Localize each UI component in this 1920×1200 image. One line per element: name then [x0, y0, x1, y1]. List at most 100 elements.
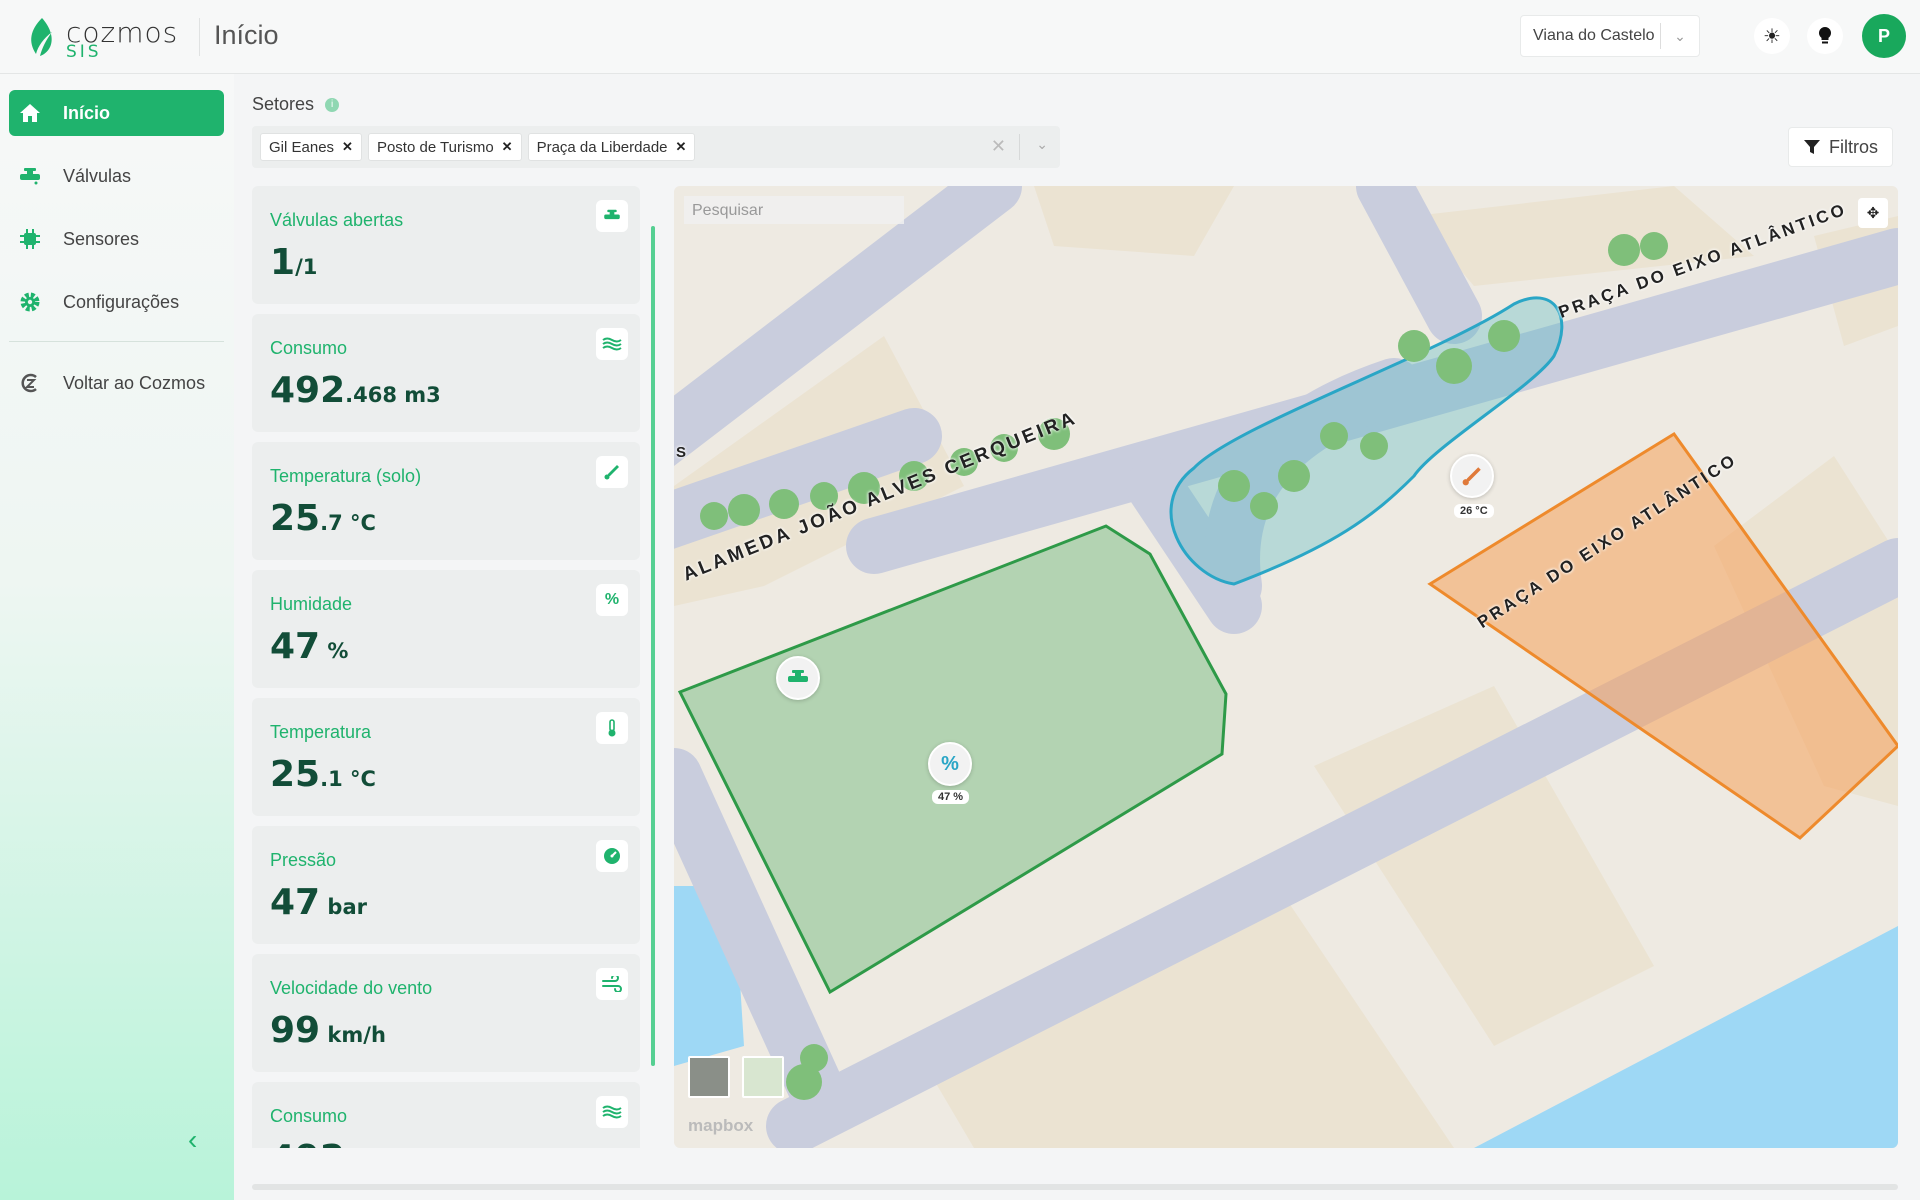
chevron-left-icon[interactable]: ‹	[188, 1124, 197, 1156]
sidebar-divider	[9, 341, 224, 342]
satellite-layer-thumbnail[interactable]	[688, 1056, 730, 1098]
filters-button-label: Filtros	[1829, 136, 1878, 157]
sensor-marker[interactable]	[1450, 454, 1494, 498]
sectors-label-text: Setores	[252, 94, 315, 114]
metric-value-unit: %	[320, 639, 349, 663]
remove-tag-icon[interactable]: ✕	[502, 139, 513, 155]
metric-title: Consumo	[270, 1106, 348, 1126]
metric-value-main: 492	[270, 1138, 345, 1148]
metric-title: Velocidade do vento	[270, 978, 433, 998]
metric-value-main: 25	[270, 754, 321, 795]
metric-card[interactable]: Temperatura (solo) 25.7 °C	[252, 442, 640, 560]
info-icon[interactable]: i	[325, 98, 340, 113]
sidebar-item-voltar[interactable]: Voltar ao Cozmos	[9, 360, 224, 406]
remove-tag-icon[interactable]: ✕	[342, 139, 353, 155]
sidebar-item-configuracoes[interactable]: Configurações	[9, 279, 224, 325]
metric-title: Pressão	[270, 850, 337, 870]
metrics-scrollbar[interactable]	[651, 226, 655, 1066]
metric-value-main: 492	[270, 370, 346, 411]
soil-thermometer-icon	[1462, 467, 1481, 486]
sidebar: Início Válvulas Sensores Configurações V…	[0, 74, 234, 1200]
cozmos-icon	[9, 372, 51, 394]
metric-value-unit: bar	[320, 895, 367, 919]
metric-value: 47 %	[270, 626, 348, 667]
sidebar-item-sensores[interactable]: Sensores	[9, 216, 224, 262]
filters-button[interactable]: Filtros	[1788, 127, 1893, 167]
lightbulb-icon	[1818, 26, 1832, 44]
metric-value-main: 99	[270, 1010, 321, 1051]
sidebar-item-valvulas[interactable]: Válvulas	[9, 153, 224, 199]
top-bar: cozmos SIS Início Viana do Castelo ⌄ ☀ P	[0, 0, 1920, 74]
sidebar-item-label: Início	[63, 102, 111, 123]
metric-card[interactable]: Consumo 492	[252, 1082, 640, 1148]
metric-value-main: 25	[270, 498, 321, 539]
metric-card[interactable]: Pressão 47 bar	[252, 826, 640, 944]
map-canvas[interactable]	[674, 186, 1898, 1148]
metric-value-unit: .468 m3	[345, 383, 441, 407]
sector-tag: Praça da Liberdade ✕	[527, 133, 696, 161]
soil-thermometer-icon	[596, 456, 628, 488]
chevron-down-icon[interactable]: ⌄	[1036, 136, 1048, 153]
theme-toggle-button[interactable]: ☀	[1754, 18, 1790, 54]
sidebar-item-inicio[interactable]: Início	[9, 90, 224, 136]
chip-icon	[9, 228, 51, 250]
sidebar-item-label: Sensores	[63, 228, 140, 249]
remove-tag-icon[interactable]: ✕	[676, 139, 687, 155]
building	[1034, 186, 1234, 256]
leaf-logo-icon	[31, 18, 52, 56]
chevron-down-icon[interactable]: ⌄	[1661, 28, 1699, 45]
metric-card[interactable]: Consumo 492.468 m3	[252, 314, 640, 432]
sensor-marker-value: 47 %	[932, 790, 970, 804]
header-divider	[199, 18, 200, 56]
funnel-icon	[1804, 140, 1820, 154]
metric-title: Temperatura (solo)	[270, 466, 422, 486]
city-select-value: Viana do Castelo	[1533, 27, 1655, 44]
horizontal-scrollbar[interactable]	[252, 1184, 1898, 1190]
sectors-label: Setores i	[252, 94, 340, 115]
tips-button[interactable]	[1807, 18, 1843, 54]
clear-all-icon[interactable]: ✕	[991, 136, 1006, 157]
metric-value-unit: .7 °C	[320, 511, 376, 535]
street-layer-thumbnail[interactable]	[742, 1056, 784, 1098]
valve-marker[interactable]	[776, 656, 820, 700]
percent-icon: %	[596, 584, 628, 616]
gauge-icon	[596, 840, 628, 872]
metric-card[interactable]: Humidade 47 % %	[252, 570, 640, 688]
sector-tag-label: Posto de Turismo	[376, 138, 494, 156]
metric-card[interactable]: Temperatura 25.1 °C	[252, 698, 640, 816]
metric-value: 99 km/h	[270, 1010, 386, 1051]
map[interactable]: Pesquisar ✥ ALAMEDA JOÃO ALVES CERQUEIRA…	[674, 186, 1898, 1148]
sidebar-item-label: Voltar ao Cozmos	[63, 372, 206, 393]
sensor-marker[interactable]: %	[928, 742, 972, 786]
city-select[interactable]: Viana do Castelo ⌄	[1520, 15, 1700, 57]
metric-value: 25.7 °C	[270, 498, 376, 539]
metric-value-main: 1	[270, 242, 296, 283]
metric-value-unit: km/h	[320, 1023, 386, 1047]
valve-icon	[9, 167, 51, 185]
sector-tag-label: Praça da Liberdade	[536, 138, 668, 156]
metric-title: Consumo	[270, 338, 348, 358]
fullscreen-icon[interactable]: ✥	[1858, 198, 1888, 228]
metric-card[interactable]: Válvulas abertas 1/1	[252, 186, 640, 304]
sidebar-item-label: Válvulas	[63, 165, 132, 186]
thermometer-icon	[596, 712, 628, 744]
water-icon	[596, 1096, 628, 1128]
sectors-multiselect[interactable]: Gil Eanes ✕ Posto de Turismo ✕ Praça da …	[252, 126, 1060, 168]
home-icon	[9, 103, 51, 123]
select-separator	[1019, 134, 1020, 160]
metrics-panel[interactable]: Válvulas abertas 1/1 Consumo 492.468 m3 …	[252, 186, 642, 1148]
sector-tag: Gil Eanes ✕	[260, 133, 362, 161]
mapbox-logo[interactable]: mapbox	[688, 1116, 753, 1136]
avatar[interactable]: P	[1862, 14, 1906, 58]
metric-value-main: 47	[270, 882, 321, 923]
map-search-input[interactable]: Pesquisar	[684, 196, 904, 224]
metric-value: 25.1 °C	[270, 754, 376, 795]
logo[interactable]: cozmos SIS	[26, 14, 177, 62]
wind-icon	[596, 968, 628, 1000]
metric-value-unit: .1 °C	[320, 767, 376, 791]
metric-card[interactable]: Velocidade do vento 99 km/h	[252, 954, 640, 1072]
metric-title: Temperatura	[270, 722, 372, 742]
metric-value: 492.468 m3	[270, 370, 441, 411]
sidebar-item-label: Configurações	[63, 291, 180, 312]
metric-title: Válvulas abertas	[270, 210, 404, 230]
